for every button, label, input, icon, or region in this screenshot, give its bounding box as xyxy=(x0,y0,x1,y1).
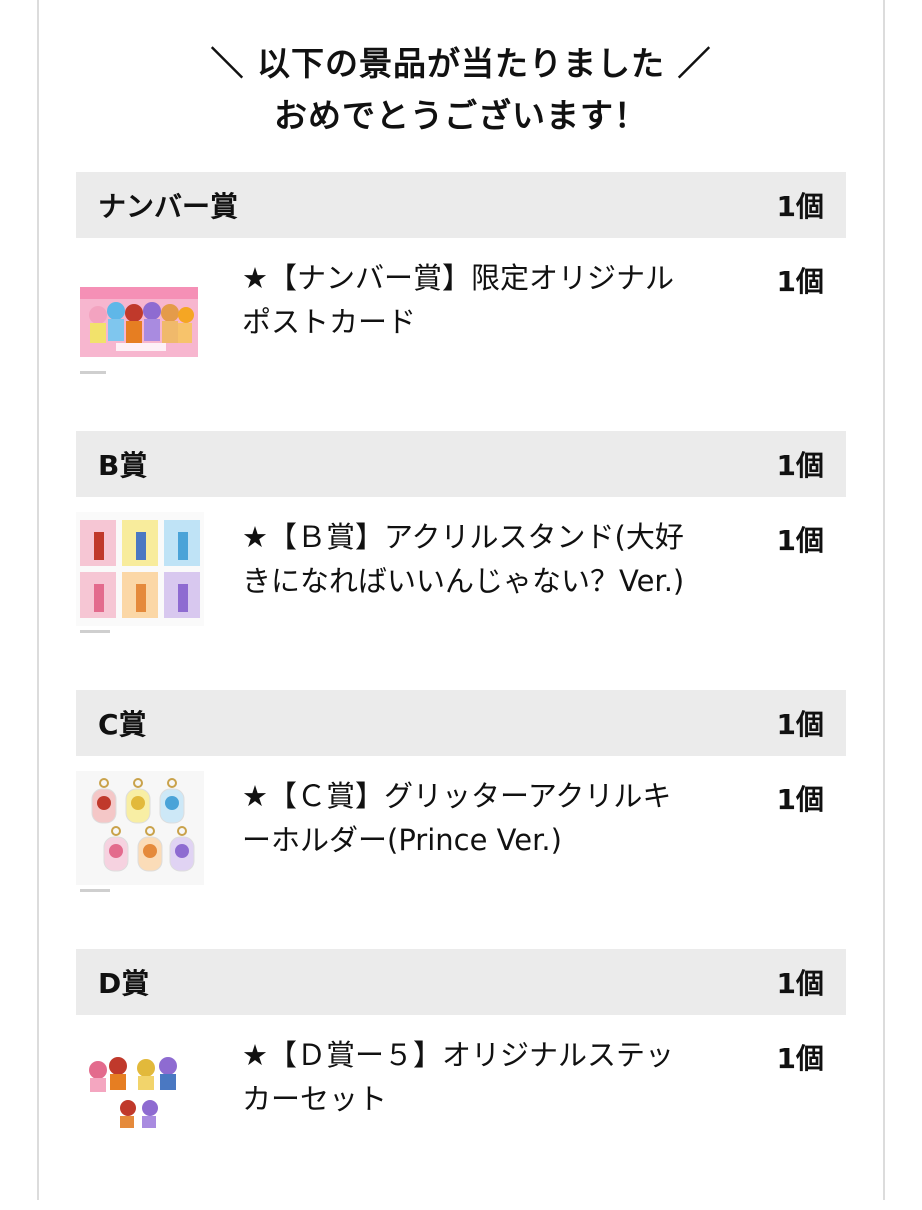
prize-category-name: ナンバー賞 xyxy=(98,190,239,223)
frame-border-left xyxy=(37,0,39,1200)
prize-item[interactable]: ★【Ｄ賞ー５】オリジナルステッ カーセット 1個 xyxy=(76,1015,846,1210)
prize-item-title[interactable]: ★【ナンバー賞】限定オリジナル ポストカード xyxy=(242,256,742,344)
prize-item-count: 1個 xyxy=(776,783,824,816)
prize-category-header: D賞 1個 xyxy=(76,949,846,1015)
prize-item[interactable]: ★【Ｂ賞】アクリルスタンド(大好 きになればいいんじゃない？Ver.) 1個 xyxy=(76,497,846,692)
prize-item-title-line: ポストカード xyxy=(242,305,417,339)
prize-category-header: B賞 1個 xyxy=(76,431,846,497)
prize-category-name: B賞 xyxy=(98,449,148,482)
prize-section-number: ナンバー賞 1個 ★【ナンバー賞】限定オリジナル ポストカード 1個 xyxy=(76,172,846,433)
prize-category-count: 1個 xyxy=(776,190,824,223)
postcard-image[interactable] xyxy=(76,253,204,375)
sticker-set-image[interactable] xyxy=(76,1030,204,1152)
acrylic-stand-image[interactable] xyxy=(76,512,204,634)
prize-item[interactable]: ★【ナンバー賞】限定オリジナル ポストカード 1個 xyxy=(76,238,846,433)
prize-section-d: D賞 1個 ★【Ｄ賞ー５】オリジナルステッ カーセット 1個 xyxy=(76,949,846,1210)
result-heading: ＼ 以下の景品が当たりました ／ おめでとうございます！ xyxy=(0,38,922,142)
prize-category-name: D賞 xyxy=(98,967,150,1000)
prize-item-title-line: ★【Ｄ賞ー５】オリジナルステッ xyxy=(242,1038,674,1072)
prize-category-count: 1個 xyxy=(776,449,824,482)
prize-item-title-line: ★【ナンバー賞】限定オリジナル xyxy=(242,261,674,295)
prize-section-b: B賞 1個 ★【Ｂ賞】アクリルスタンド(大好 きになればいいんじゃない？Ver.… xyxy=(76,431,846,692)
prize-item-title[interactable]: ★【Ｄ賞ー５】オリジナルステッ カーセット xyxy=(242,1033,742,1121)
prize-item-title-line: ーホルダー(Prince Ver.) xyxy=(242,823,562,857)
prize-category-header: C賞 1個 xyxy=(76,690,846,756)
prize-item-count: 1個 xyxy=(776,1042,824,1075)
frame-border-right xyxy=(883,0,885,1200)
keyholder-image[interactable] xyxy=(76,771,204,893)
heading-line-2: おめでとうございます！ xyxy=(274,96,648,135)
prize-item-title-line: ★【Ｃ賞】グリッターアクリルキ xyxy=(242,779,672,813)
prize-item-title[interactable]: ★【Ｃ賞】グリッターアクリルキ ーホルダー(Prince Ver.) xyxy=(242,774,742,862)
prize-category-header: ナンバー賞 1個 xyxy=(76,172,846,238)
prize-category-count: 1個 xyxy=(776,708,824,741)
prize-item-title-line: ★【Ｂ賞】アクリルスタンド(大好 xyxy=(242,520,684,554)
prize-item-title-line: きになればいいんじゃない？Ver.) xyxy=(242,564,685,598)
prize-category-count: 1個 xyxy=(776,967,824,1000)
prize-item-count: 1個 xyxy=(776,524,824,557)
prize-item-count: 1個 xyxy=(776,265,824,298)
heading-line-1: ＼ 以下の景品が当たりました ／ xyxy=(210,44,712,83)
prize-category-name: C賞 xyxy=(98,708,147,741)
prize-item-title[interactable]: ★【Ｂ賞】アクリルスタンド(大好 きになればいいんじゃない？Ver.) xyxy=(242,515,742,603)
prize-item[interactable]: ★【Ｃ賞】グリッターアクリルキ ーホルダー(Prince Ver.) 1個 xyxy=(76,756,846,951)
prize-section-c: C賞 1個 ★【Ｃ賞】グリッターアクリルキ ーホルダー(Prince Ver.)… xyxy=(76,690,846,951)
prize-item-title-line: カーセット xyxy=(242,1082,388,1116)
